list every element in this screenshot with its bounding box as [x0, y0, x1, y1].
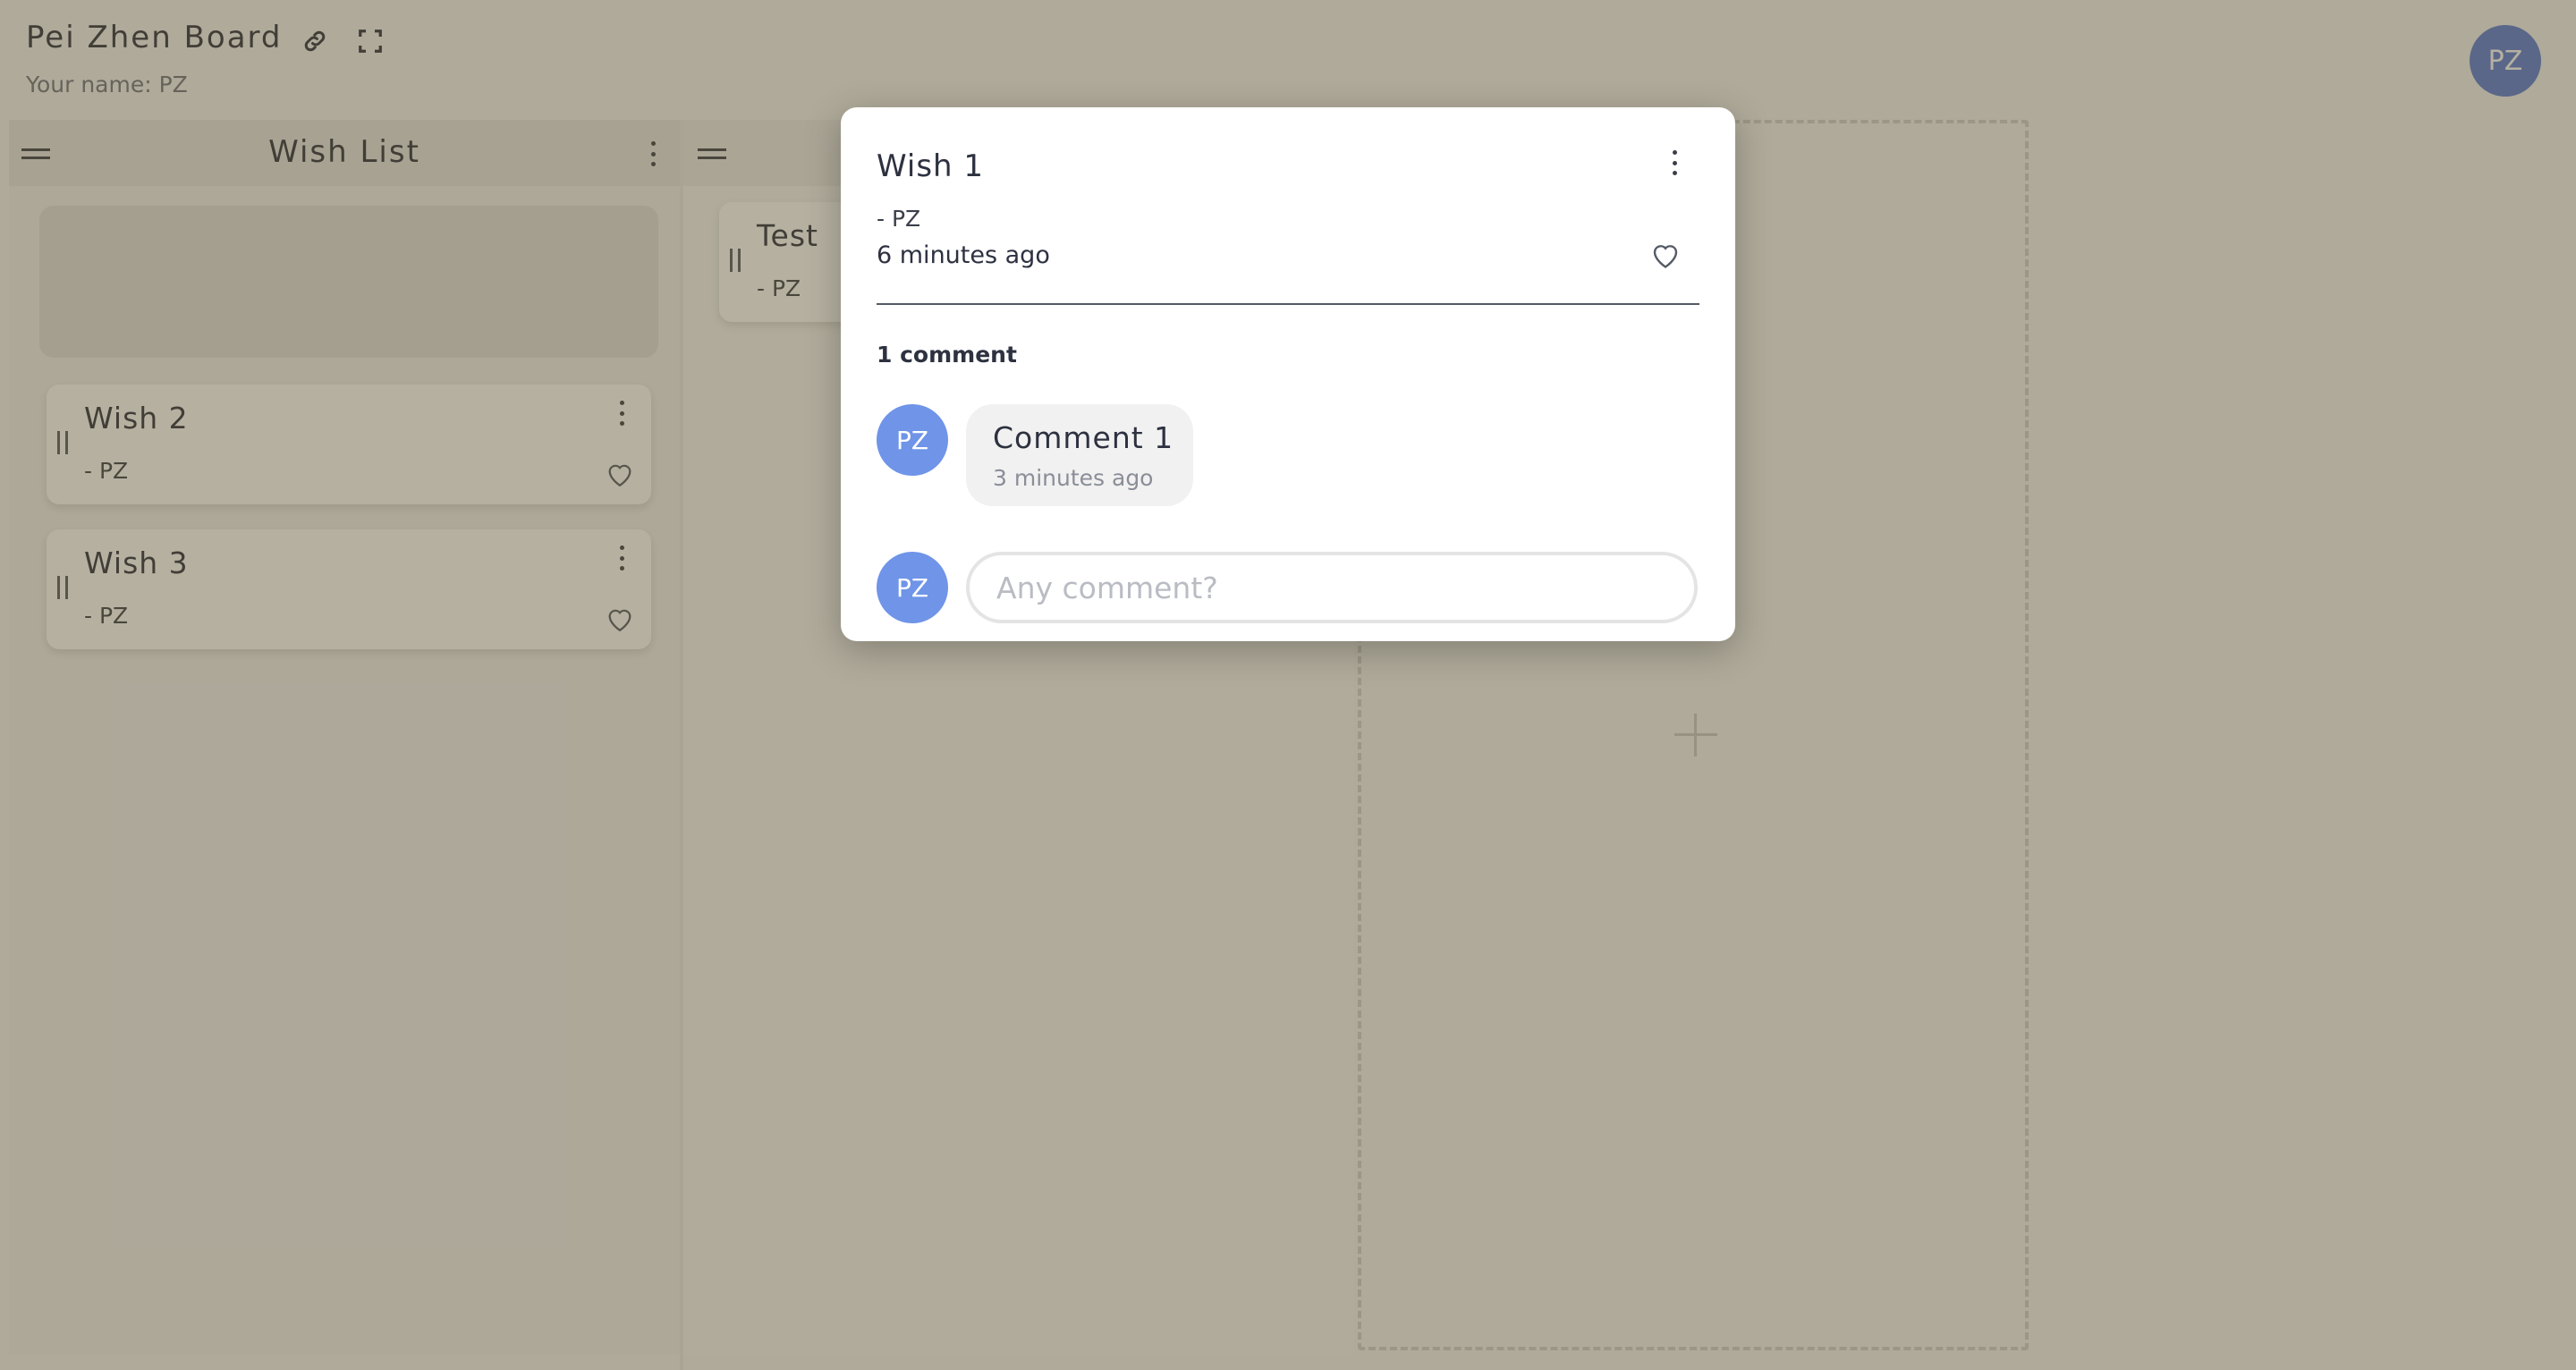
modal-card-time: 6 minutes ago	[877, 241, 1050, 269]
heart-icon[interactable]	[1649, 240, 1682, 270]
comment-bubble: Comment 1 3 minutes ago	[966, 404, 1193, 506]
modal-menu-icon[interactable]	[1665, 150, 1683, 175]
input-avatar: PZ	[877, 552, 948, 623]
comment-text: Comment 1	[993, 420, 1174, 455]
comment-input[interactable]	[966, 552, 1698, 623]
modal-divider	[877, 303, 1699, 305]
comment-time: 3 minutes ago	[993, 465, 1154, 491]
board-page: Pei Zhen Board Your name: PZ PZ Wish Lis…	[0, 0, 2576, 1370]
modal-card-author: - PZ	[877, 206, 921, 232]
comment-avatar: PZ	[877, 404, 948, 476]
card-detail-modal: Wish 1 - PZ 6 minutes ago 1 comment PZ C…	[841, 107, 1735, 641]
modal-card-title: Wish 1	[877, 148, 985, 184]
comment-count: 1 comment	[877, 342, 1017, 368]
